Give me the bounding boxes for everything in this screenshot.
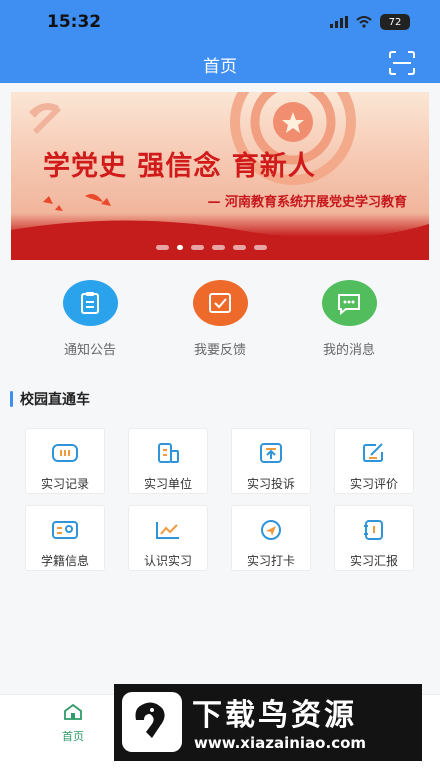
evaluation-icon (363, 443, 383, 462)
tile-internship-evaluation[interactable]: 实习评价 (334, 428, 414, 494)
tile-label: 实习汇报 (349, 554, 398, 568)
tab-home[interactable]: 首页 (48, 703, 98, 744)
company-icon (158, 443, 179, 463)
scan-icon[interactable] (388, 50, 416, 76)
page-title: 首页 (203, 57, 237, 77)
tile-cognitive-internship[interactable]: 认识实习 (128, 505, 208, 571)
bird-logo-icon (122, 692, 182, 752)
carousel-dot[interactable] (233, 245, 246, 250)
report-icon (364, 520, 383, 540)
tile-internship-record[interactable]: 实习记录 (25, 428, 105, 494)
nav-bar: 首页 (0, 44, 440, 83)
watermark-title: 下载鸟资源 (192, 698, 357, 733)
quick-action-label: 我的消息 (322, 343, 375, 358)
record-icon (52, 444, 78, 462)
carousel-dot[interactable] (156, 245, 169, 250)
section-accent-bar (10, 391, 13, 407)
message-icon (321, 280, 377, 326)
banner-carousel[interactable]: 学党史 强信念 育新人 — 河南教育系统开展党史学习教育 (11, 92, 429, 260)
notice-icon (62, 280, 118, 326)
tile-label: 实习单位 (143, 477, 192, 491)
complaint-icon (260, 443, 282, 463)
party-emblem (29, 103, 61, 134)
tab-home-label: 首页 (62, 730, 84, 743)
tile-internship-checkin[interactable]: 实习打卡 (231, 505, 311, 571)
watermark-banner: 下载鸟资源 www.xiazainiao.com (114, 684, 422, 761)
feedback-icon (192, 280, 248, 326)
tile-label: 学籍信息 (40, 554, 89, 568)
carousel-dot[interactable] (191, 245, 204, 250)
wifi-icon (356, 16, 372, 28)
status-icons: 72 (330, 14, 410, 30)
section-title: 校园直通车 (20, 392, 90, 408)
quick-action-label: 通知公告 (63, 343, 116, 358)
tile-label: 实习记录 (40, 477, 89, 491)
tile-internship-report[interactable]: 实习汇报 (334, 505, 414, 571)
quick-action-messages[interactable]: 我的消息 (294, 280, 404, 358)
status-bar: 15:32 72 (0, 0, 440, 44)
tile-student-status[interactable]: 学籍信息 (25, 505, 105, 571)
battery-icon: 72 (380, 14, 410, 30)
tile-label: 实习打卡 (246, 554, 295, 568)
tile-internship-complaint[interactable]: 实习投诉 (231, 428, 311, 494)
signal-icon (330, 16, 348, 28)
carousel-dot[interactable] (212, 245, 225, 250)
id-card-icon (52, 521, 78, 539)
tile-label: 实习评价 (349, 477, 398, 491)
banner-headline: 学党史 强信念 育新人 (43, 151, 316, 182)
location-icon (261, 520, 281, 540)
clock: 15:32 (47, 12, 102, 32)
quick-action-notices[interactable]: 通知公告 (35, 280, 145, 358)
carousel-dot[interactable] (254, 245, 267, 250)
quick-action-feedback[interactable]: 我要反馈 (165, 280, 275, 358)
watermark-url: www.xiazainiao.com (194, 734, 367, 752)
section-header: 校园直通车 (10, 389, 90, 409)
tile-label: 实习投诉 (246, 477, 295, 491)
quick-action-label: 我要反馈 (193, 343, 246, 358)
carousel-indicators (156, 245, 267, 250)
tile-label: 认识实习 (143, 554, 192, 568)
carousel-dot[interactable] (177, 245, 183, 250)
home-icon (64, 703, 82, 720)
trend-chart-icon (156, 522, 179, 539)
tile-internship-company[interactable]: 实习单位 (128, 428, 208, 494)
banner-subline: — 河南教育系统开展党史学习教育 (207, 195, 407, 210)
